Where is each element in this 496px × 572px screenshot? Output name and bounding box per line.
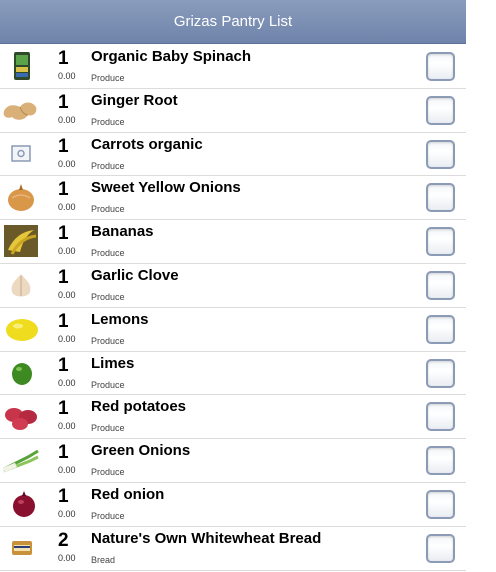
item-name: Limes <box>91 354 135 372</box>
price: 0.00 <box>58 114 76 125</box>
quantity: 1 <box>58 266 69 288</box>
price: 0.00 <box>58 465 76 476</box>
item-category: Produce <box>91 116 125 127</box>
garlic-icon <box>2 268 40 302</box>
item-name: Carrots organic <box>91 135 203 153</box>
item-name: Red onion <box>91 485 165 503</box>
list-item[interactable]: 1 0.00 Green Onions Produce <box>0 439 466 483</box>
red-potatoes-icon <box>2 399 40 433</box>
list-item[interactable]: 1 0.00 Carrots organic Produce <box>0 132 466 177</box>
item-name: Lemons <box>91 310 149 328</box>
list-item[interactable]: 1 0.00 Bananas Produce <box>0 220 466 264</box>
item-category: Produce <box>91 335 125 346</box>
item-category: Produce <box>91 160 125 171</box>
item-name: Ginger Root <box>91 91 178 109</box>
item-checkbox[interactable] <box>426 227 455 257</box>
bread-loaf-icon <box>2 531 40 565</box>
item-checkbox[interactable] <box>426 52 455 81</box>
quantity: 1 <box>58 223 69 245</box>
lime-icon <box>2 356 40 390</box>
quantity: 1 <box>58 354 69 376</box>
item-name: Sweet Yellow Onions <box>91 179 241 197</box>
green-onions-icon <box>2 443 40 477</box>
item-category: Produce <box>91 510 125 521</box>
list-item[interactable]: 1 0.00 Red potatoes Produce <box>0 395 466 440</box>
price: 0.00 <box>58 421 76 432</box>
quantity: 1 <box>58 398 69 420</box>
item-category: Produce <box>91 204 125 215</box>
item-category: Produce <box>91 248 125 259</box>
ginger-icon <box>2 93 40 127</box>
red-onion-icon <box>2 487 40 521</box>
item-checkbox[interactable] <box>426 139 455 169</box>
quantity: 1 <box>58 91 69 113</box>
spinach-package-icon <box>2 49 40 83</box>
item-checkbox[interactable] <box>426 183 455 213</box>
quantity: 1 <box>58 179 69 201</box>
price: 0.00 <box>58 289 76 300</box>
list-item[interactable]: 1 0.00 Lemons Produce <box>0 307 466 352</box>
price: 0.00 <box>58 71 76 81</box>
item-checkbox[interactable] <box>426 314 455 344</box>
price: 0.00 <box>58 202 76 213</box>
item-category: Produce <box>91 291 125 302</box>
image-placeholder-icon <box>2 137 40 171</box>
item-category: Produce <box>91 379 125 390</box>
item-category: Produce <box>91 467 125 478</box>
quantity: 1 <box>58 48 69 69</box>
price: 0.00 <box>58 333 76 344</box>
quantity: 1 <box>58 135 69 157</box>
list-item[interactable]: 2 0.00 Nature's Own Whitewheat Bread Bre… <box>0 526 466 571</box>
item-checkbox[interactable] <box>426 533 455 563</box>
item-checkbox[interactable] <box>426 402 455 432</box>
item-name: Organic Baby Spinach <box>91 48 252 65</box>
item-name: Bananas <box>91 223 154 241</box>
quantity: 1 <box>58 442 69 464</box>
item-category: Produce <box>91 73 125 83</box>
pantry-list: 1 0.00 Organic Baby Spinach Produce 1 0.… <box>0 45 466 571</box>
nav-bar: Grizas Pantry List <box>0 0 466 44</box>
item-checkbox[interactable] <box>426 358 455 388</box>
quantity: 2 <box>58 529 69 551</box>
background-edge <box>466 0 496 572</box>
price: 0.00 <box>58 377 76 388</box>
list-item[interactable]: 1 0.00 Ginger Root Produce <box>0 88 466 133</box>
bananas-icon <box>2 224 40 258</box>
list-item[interactable]: 1 0.00 Red onion Produce <box>0 482 466 527</box>
item-category: Bread <box>91 554 116 565</box>
item-name: Nature's Own Whitewheat Bread <box>91 529 322 547</box>
quantity: 1 <box>58 485 69 507</box>
price: 0.00 <box>58 508 76 519</box>
page-title: Grizas Pantry List <box>173 13 293 30</box>
price: 0.00 <box>58 158 76 169</box>
item-category: Produce <box>91 423 125 434</box>
price: 0.00 <box>58 552 76 563</box>
item-checkbox[interactable] <box>426 489 455 519</box>
price: 0.00 <box>58 246 76 257</box>
item-checkbox[interactable] <box>426 270 455 300</box>
quantity: 1 <box>58 310 69 332</box>
lemon-icon <box>2 312 40 346</box>
list-item[interactable]: 1 0.00 Organic Baby Spinach Produce <box>0 45 466 89</box>
onion-icon <box>2 180 40 214</box>
list-item[interactable]: 1 0.00 Limes Produce <box>0 351 466 396</box>
item-checkbox[interactable] <box>426 95 455 125</box>
item-checkbox[interactable] <box>426 446 455 476</box>
item-name: Green Onions <box>91 442 191 460</box>
list-item[interactable]: 1 0.00 Garlic Clove Produce <box>0 263 466 308</box>
item-name: Red potatoes <box>91 398 187 416</box>
list-item[interactable]: 1 0.00 Sweet Yellow Onions Produce <box>0 176 466 221</box>
item-name: Garlic Clove <box>91 266 179 284</box>
